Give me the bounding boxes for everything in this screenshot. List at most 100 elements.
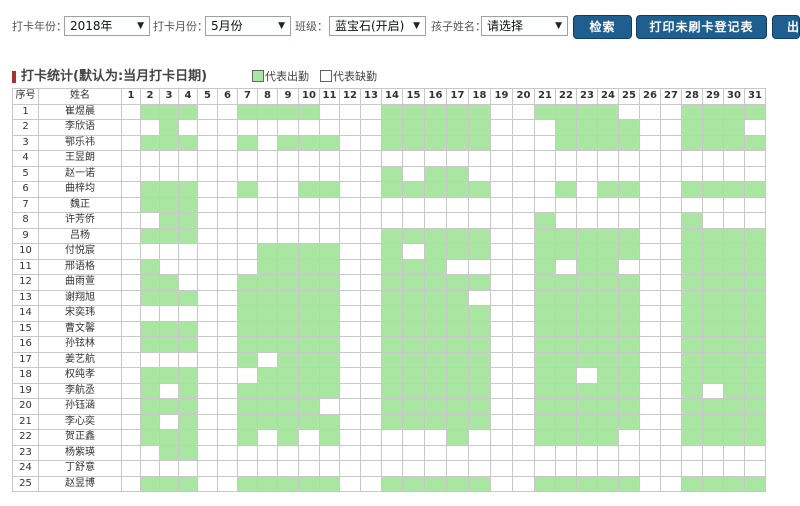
attendance-cell-absent (512, 305, 535, 322)
attendance-cell-present (702, 367, 724, 384)
day-header: 20 (512, 88, 535, 105)
day-header: 4 (178, 88, 198, 105)
month-select[interactable]: 5月份 ▼ (205, 16, 291, 36)
attendance-cell-present (576, 119, 598, 136)
attendance-cell-absent (197, 429, 218, 446)
attendance-cell-present (534, 351, 556, 368)
attendance-cell-absent (257, 460, 278, 477)
attendance-cell-absent (257, 212, 278, 229)
attendance-cell-present (618, 336, 640, 353)
attendance-cell-absent (446, 444, 469, 461)
attendance-cell-present (618, 351, 640, 368)
search-button[interactable]: 检索 (573, 15, 632, 39)
attendance-cell-absent (217, 320, 238, 337)
attendance-cell-present (723, 382, 745, 399)
student-name: 吕杨 (38, 227, 122, 244)
attendance-cell-absent (197, 367, 218, 384)
attendance-cell-absent (597, 150, 619, 167)
year-select-value: 2018年 (70, 19, 113, 33)
attendance-cell-absent (257, 227, 278, 244)
attendance-cell-present (402, 305, 425, 322)
attendance-cell-absent (468, 196, 491, 213)
attendance-cell-absent (424, 460, 447, 477)
attendance-cell-absent (121, 243, 141, 260)
class-select[interactable]: 蓝宝石(开启) ▼ (329, 16, 426, 36)
attendance-cell-absent (360, 398, 382, 415)
attendance-cell-absent (217, 429, 238, 446)
attendance-cell-present (576, 274, 598, 291)
attendance-cell-absent (121, 413, 141, 430)
attendance-cell-absent (121, 351, 141, 368)
row-index: 1 (12, 103, 39, 120)
attendance-cell-present (402, 398, 425, 415)
attendance-cell-present (576, 227, 598, 244)
table-row: 11 邢语格 (12, 258, 766, 275)
student-name: 谢翔旭 (38, 289, 122, 306)
attendance-cell-present (576, 351, 598, 368)
attendance-cell-absent (277, 181, 299, 198)
attendance-cell-present (140, 320, 160, 337)
attendance-cell-absent (197, 289, 218, 306)
attendance-cell-absent (197, 196, 218, 213)
attendance-cell-present (555, 429, 577, 446)
child-select[interactable]: 请选择 ▼ (481, 16, 568, 36)
attendance-cell-present (723, 429, 745, 446)
row-index: 15 (12, 320, 39, 337)
attendance-cell-absent (237, 165, 258, 182)
attendance-cell-present (534, 227, 556, 244)
attendance-cell-present (381, 289, 403, 306)
attendance-cell-present (178, 212, 198, 229)
class-select-value: 蓝宝石(开启) (335, 19, 405, 33)
attendance-cell-absent (197, 382, 218, 399)
student-name: 鄂乐祎 (38, 134, 122, 151)
row-index: 20 (12, 398, 39, 415)
attendance-cell-present (723, 475, 745, 492)
print-unswiped-register-button[interactable]: 打印未刷卡登记表 (636, 15, 767, 39)
attendance-cell-absent (339, 258, 361, 275)
attendance-cell-absent (121, 274, 141, 291)
day-header: 23 (576, 88, 598, 105)
attendance-cell-present (277, 382, 299, 399)
attendance-cell-absent (140, 243, 160, 260)
attendance-cell-present (319, 336, 340, 353)
day-header: 8 (257, 88, 278, 105)
attendance-cell-absent (618, 212, 640, 229)
attendance-cell-absent (257, 165, 278, 182)
attendance-cell-absent (512, 150, 535, 167)
attendance-cell-absent (298, 444, 320, 461)
student-name: 曲梓均 (38, 181, 122, 198)
attendance-cell-present (140, 382, 160, 399)
attendance-cell-absent (217, 150, 238, 167)
attendance-cell-absent (140, 460, 160, 477)
attendance-cell-absent (381, 196, 403, 213)
attendance-cell-present (298, 398, 320, 415)
attendance-cell-absent (319, 444, 340, 461)
attendance-cell-absent (178, 274, 198, 291)
attendance-cell-absent (217, 134, 238, 151)
attendance-cell-absent (217, 444, 238, 461)
row-index: 13 (12, 289, 39, 306)
attendance-cell-absent (360, 444, 382, 461)
attendance-cell-present (277, 243, 299, 260)
day-header: 22 (555, 88, 577, 105)
year-select[interactable]: 2018年 ▼ (64, 16, 150, 36)
attendance-cell-absent (681, 460, 703, 477)
attendance-cell-present (277, 336, 299, 353)
attendance-cell-present (744, 103, 766, 120)
attendance-cell-absent (360, 258, 382, 275)
column-header-name: 姓名 (38, 88, 122, 105)
attendance-cell-absent (446, 196, 469, 213)
attendance-cell-present (702, 134, 724, 151)
attendance-cell-absent (723, 150, 745, 167)
row-index: 3 (12, 134, 39, 151)
table-row: 2 李欣语 (12, 119, 766, 136)
day-header: 2 (140, 88, 160, 105)
attendance-cell-absent (639, 181, 661, 198)
attendance-cell-present (178, 429, 198, 446)
attendance-cell-absent (257, 196, 278, 213)
day-header: 5 (197, 88, 218, 105)
attendance-cell-absent (446, 460, 469, 477)
export-button[interactable]: 出 (772, 15, 800, 39)
attendance-cell-absent (424, 429, 447, 446)
attendance-cell-present (534, 243, 556, 260)
